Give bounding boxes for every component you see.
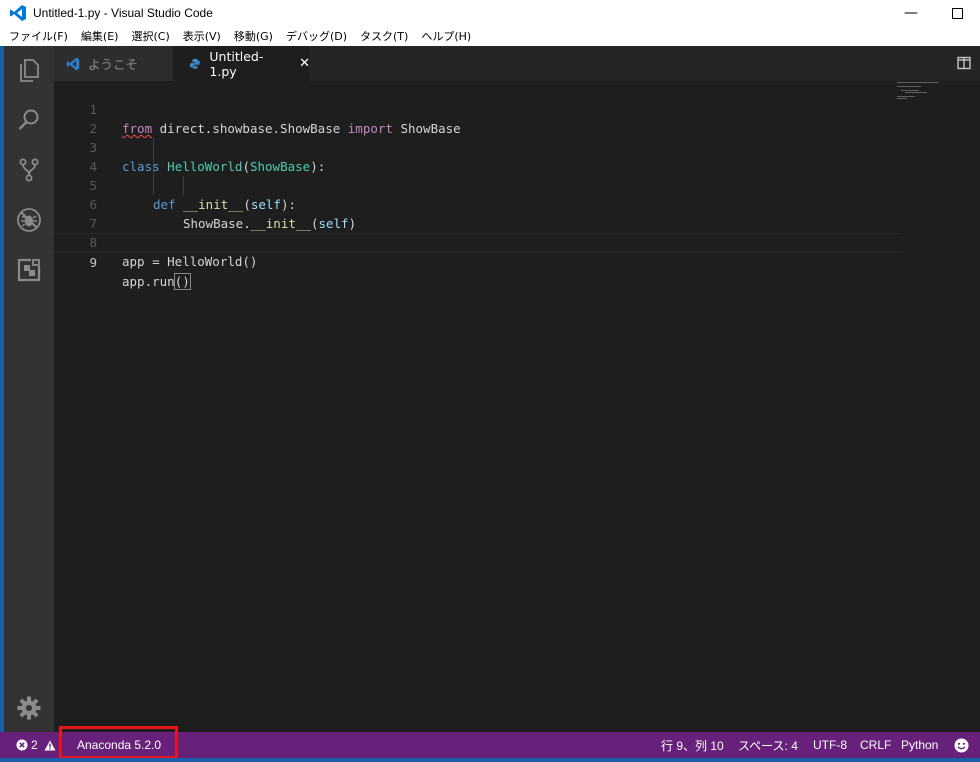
vscode-logo-icon	[10, 5, 26, 21]
code-line-9: 9 app.run()	[54, 233, 899, 290]
explorer-icon	[20, 59, 39, 82]
minimap-line	[901, 90, 919, 91]
menu-tasks[interactable]: タスク(T)	[354, 28, 415, 44]
problems-indicator[interactable]: 2	[16, 732, 56, 758]
tab-close-button[interactable]: ✕	[299, 56, 310, 71]
debug-icon	[17, 208, 41, 232]
maximize-button[interactable]	[934, 0, 980, 26]
warning-icon	[44, 740, 56, 750]
error-count: 2	[31, 738, 38, 752]
indentation[interactable]: スペース: 4	[738, 732, 798, 758]
code-text: app = HelloWorld()	[122, 254, 258, 269]
tab-untitled-1-label: Untitled-1.py	[209, 48, 264, 79]
code-line-7: 7	[54, 195, 899, 231]
source-control-icon	[19, 158, 39, 182]
minimap-line	[897, 82, 939, 83]
code-line-6: 6 ShowBase.__init__(self)	[54, 176, 899, 231]
cursor-position[interactable]: 行 9、列 10	[661, 732, 724, 758]
vscode-tab-icon	[66, 57, 80, 71]
manage-button[interactable]	[4, 688, 54, 728]
extensions-button[interactable]	[4, 250, 54, 290]
code-line-3: 3 class HelloWorld(ShowBase):	[54, 119, 899, 174]
tab-welcome-label: ようこそ	[88, 57, 139, 72]
line-number-current: 9	[89, 255, 97, 270]
tab-bar: ようこそ Untitled-1.py ✕	[54, 46, 980, 81]
code-line-2: 2	[54, 100, 899, 136]
split-editor-icon[interactable]	[957, 56, 971, 70]
minimap-line	[905, 92, 927, 93]
minimap-line	[897, 98, 907, 99]
menu-bar: ファイル(F) 編集(E) 選択(C) 表示(V) 移動(G) デバッグ(D) …	[0, 26, 980, 46]
search-button[interactable]	[4, 100, 54, 140]
highlight-annotation-box	[59, 726, 178, 759]
minimize-button[interactable]: —	[888, 0, 934, 26]
python-file-icon	[188, 57, 201, 71]
minimap-line	[897, 86, 921, 87]
code-line-5: 5 def __init__(self):	[54, 157, 899, 212]
extensions-icon	[17, 258, 41, 282]
menu-debug[interactable]: デバッグ(D)	[280, 28, 354, 44]
debug-button[interactable]	[4, 200, 54, 240]
error-icon	[16, 739, 28, 751]
line-ending[interactable]: CRLF	[860, 732, 891, 758]
search-icon	[18, 109, 39, 130]
menu-selection[interactable]: 選択(C)	[125, 28, 176, 44]
code-line-4: 4	[54, 138, 899, 174]
maximize-icon	[951, 7, 963, 19]
explorer-button[interactable]	[4, 50, 54, 90]
settings-gear-icon	[17, 696, 41, 720]
desktop-edge-bottom	[0, 758, 980, 762]
menu-help[interactable]: ヘルプ(H)	[415, 28, 478, 44]
feedback-button[interactable]	[954, 732, 969, 758]
tab-untitled-1[interactable]: Untitled-1.py ✕	[174, 46, 310, 81]
code-text: app.run	[122, 274, 175, 289]
matched-brackets: ()	[173, 273, 191, 290]
window-title: Untitled-1.py - Visual Studio Code	[33, 6, 213, 20]
source-control-button[interactable]	[4, 150, 54, 190]
minimap[interactable]	[897, 81, 957, 111]
encoding[interactable]: UTF-8	[813, 732, 847, 758]
code-line-8: 8 app = HelloWorld()	[54, 214, 899, 269]
activity-bar	[4, 46, 54, 732]
title-bar: Untitled-1.py - Visual Studio Code —	[0, 0, 980, 26]
tab-welcome[interactable]: ようこそ	[54, 46, 172, 81]
menu-go[interactable]: 移動(G)	[228, 28, 280, 44]
smiley-icon	[954, 738, 969, 752]
minimap-line	[897, 96, 915, 97]
language-mode[interactable]: Python	[901, 732, 938, 758]
code-editor[interactable]: 1 from direct.showbase.ShowBase import S…	[54, 81, 980, 732]
menu-view[interactable]: 表示(V)	[177, 28, 228, 44]
menu-edit[interactable]: 編集(E)	[75, 28, 126, 44]
code-line-1: 1 from direct.showbase.ShowBase import S…	[54, 81, 899, 136]
menu-file[interactable]: ファイル(F)	[3, 28, 75, 44]
